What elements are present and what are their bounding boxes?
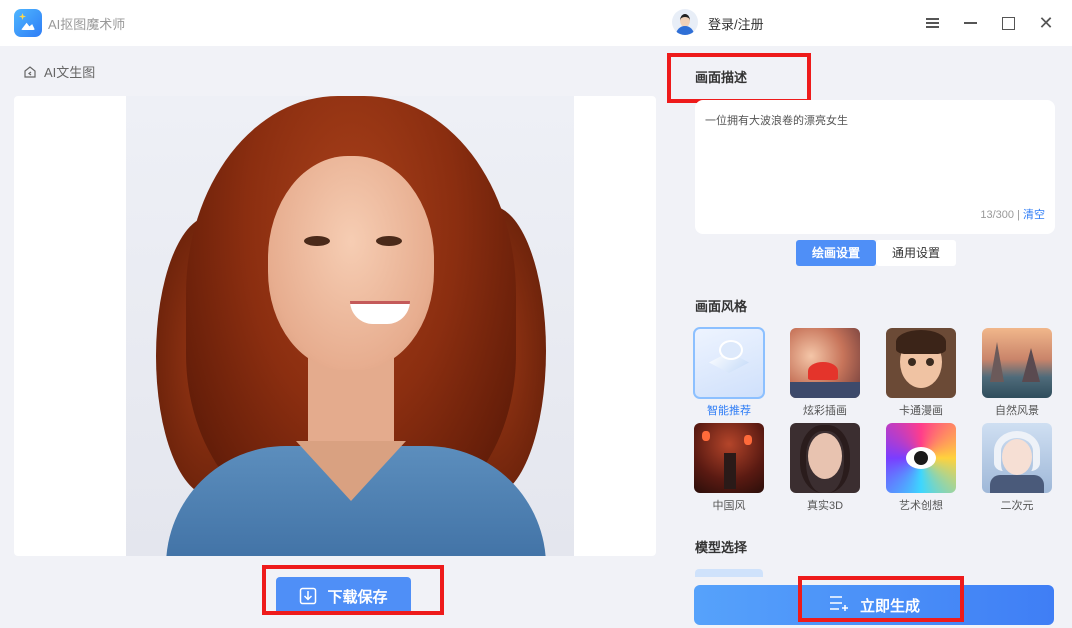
style-label: 自然风景 (995, 405, 1039, 417)
style-label: 艺术创想 (899, 500, 943, 512)
style-item-colorful-illustration[interactable]: 炫彩插画 (790, 328, 860, 418)
back-home-icon[interactable] (22, 64, 38, 80)
style-label: 智能推荐 (707, 405, 751, 417)
image-canvas (14, 96, 656, 556)
minimize-icon[interactable] (957, 10, 983, 36)
close-icon[interactable]: ✕ (1033, 10, 1059, 36)
style-item-smart[interactable]: 智能推荐 (693, 327, 765, 418)
download-save-label: 下载保存 (327, 588, 388, 606)
style-item-cartoon[interactable]: 卡通漫画 (886, 328, 956, 418)
tab-general-settings[interactable]: 通用设置 (876, 240, 956, 266)
style-label: 真实3D (806, 500, 844, 512)
style-item-art-creative[interactable]: 艺术创想 (886, 423, 956, 513)
title-bar: AI抠图魔术师 登录/注册 ✕ (0, 0, 1072, 46)
generate-list-icon (828, 594, 850, 616)
app-logo-icon (14, 9, 42, 37)
breadcrumb[interactable]: AI文生图 (22, 62, 95, 81)
app-window: AI抠图魔术师 登录/注册 ✕ AI文生图 下载保存 画面描述 一位拥有大波浪卷… (0, 0, 1072, 628)
model-option[interactable] (695, 569, 763, 577)
clear-link[interactable]: 清空 (1023, 209, 1045, 221)
download-save-button[interactable]: 下载保存 (276, 577, 411, 615)
style-label: 二次元 (1000, 500, 1034, 512)
download-icon (299, 587, 317, 605)
user-avatar-icon[interactable] (672, 9, 698, 35)
style-label: 炫彩插画 (803, 405, 847, 417)
model-section-title: 模型选择 (695, 540, 748, 555)
prompt-text: 一位拥有大波浪卷的漂亮女生 (705, 115, 848, 127)
generate-now-button[interactable]: 立即生成 (694, 585, 1054, 625)
menu-icon[interactable] (919, 10, 945, 36)
generated-image (126, 96, 574, 556)
settings-tabs: 绘画设置 通用设置 (796, 240, 956, 266)
prompt-section-title: 画面描述 (695, 70, 748, 85)
style-label: 中国风 (712, 500, 746, 512)
style-label: 卡通漫画 (899, 405, 943, 417)
generate-now-label: 立即生成 (859, 597, 920, 615)
app-title: AI抠图魔术师 (48, 17, 126, 32)
prompt-textarea[interactable]: 一位拥有大波浪卷的漂亮女生 13/300 | 清空 (695, 100, 1055, 234)
char-count: 13/300 | (980, 209, 1020, 221)
tab-drawing-settings[interactable]: 绘画设置 (796, 240, 876, 266)
maximize-icon[interactable] (995, 10, 1021, 36)
style-item-anime[interactable]: 二次元 (982, 423, 1052, 513)
style-item-landscape[interactable]: 自然风景 (982, 328, 1052, 418)
login-register-link[interactable]: 登录/注册 (708, 14, 764, 33)
style-section-title: 画面风格 (695, 299, 748, 314)
breadcrumb-label: AI文生图 (44, 65, 96, 80)
style-item-chinese-style[interactable]: 中国风 (694, 423, 764, 513)
prompt-counter: 13/300 | 清空 (980, 206, 1045, 222)
style-item-realistic-3d[interactable]: 真实3D (790, 423, 860, 513)
